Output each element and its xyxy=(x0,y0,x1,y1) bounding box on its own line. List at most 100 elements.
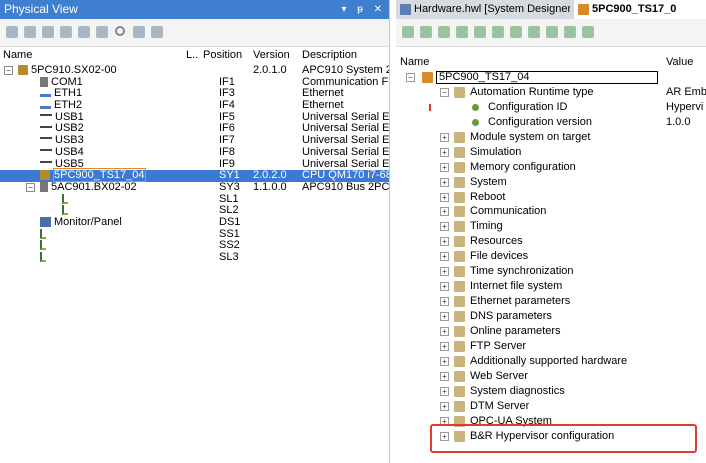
tree-row[interactable]: SL1 xyxy=(0,193,389,206)
config-row[interactable]: + System diagnostics xyxy=(396,384,706,399)
config-row[interactable]: + DTM Server xyxy=(396,399,706,414)
pane-controls[interactable]: ▾ ᵽ ✕ xyxy=(341,0,386,19)
config-row-value[interactable]: Hypervi xyxy=(666,100,706,115)
config-row[interactable]: + Module system on target xyxy=(396,130,706,145)
expand-icon[interactable]: + xyxy=(440,177,449,187)
column-l[interactable]: L.. xyxy=(186,49,198,61)
toolbar-icon[interactable] xyxy=(582,26,594,38)
toolbar-icon[interactable] xyxy=(24,26,36,38)
tree-row[interactable]: − 5AC901.BX02-02 SY3 1.1.0.0 APC910 Bus 2PC xyxy=(0,181,389,194)
toolbar-icon[interactable] xyxy=(133,26,145,38)
column-value[interactable]: Value xyxy=(666,56,693,68)
search-icon[interactable] xyxy=(115,26,125,36)
toolbar-icon[interactable] xyxy=(564,26,576,38)
expand-icon[interactable]: + xyxy=(440,371,449,381)
config-row[interactable]: + File devices xyxy=(396,249,706,264)
expand-icon[interactable]: + xyxy=(440,207,449,217)
config-row[interactable]: + Additionally supported hardware xyxy=(396,354,706,369)
toolbar-icon[interactable] xyxy=(438,26,450,38)
toolbar-icon[interactable] xyxy=(151,26,163,38)
config-icon xyxy=(454,370,465,382)
expand-icon[interactable]: + xyxy=(440,401,449,411)
toolbar-icon[interactable] xyxy=(474,26,486,38)
config-row[interactable]: Configuration version 1.0.0 xyxy=(396,115,706,130)
config-row-value[interactable]: 1.0.0 xyxy=(666,115,706,130)
expand-icon[interactable]: + xyxy=(440,356,449,366)
toolbar-icon[interactable] xyxy=(42,26,54,38)
expand-icon[interactable]: + xyxy=(440,386,449,396)
column-name[interactable]: Name xyxy=(3,49,32,61)
toolbar-icon[interactable] xyxy=(510,26,522,38)
config-row[interactable]: + Reboot xyxy=(396,190,706,205)
toolbar-icon[interactable] xyxy=(546,26,558,38)
column-name[interactable]: Name xyxy=(400,56,429,68)
expand-icon[interactable]: + xyxy=(440,222,449,232)
config-row-label: Communication xyxy=(470,205,547,218)
marker-icon xyxy=(429,103,431,111)
tree-row[interactable]: SS1 xyxy=(0,228,389,241)
toolbar-icon[interactable] xyxy=(96,26,108,38)
config-row[interactable]: − Automation Runtime type AR Emb xyxy=(396,85,706,100)
config-row[interactable]: + Simulation xyxy=(396,145,706,160)
collapse-icon[interactable]: − xyxy=(406,73,415,82)
toolbar-icon[interactable] xyxy=(528,26,540,38)
toolbar-icon[interactable] xyxy=(6,26,18,38)
tree-row[interactable]: SS2 xyxy=(0,240,389,252)
tree-row[interactable]: Monitor/Panel DS1 xyxy=(0,215,389,229)
tree-row-description: Universal Serial E xyxy=(302,158,390,170)
config-row-value[interactable]: AR Emb xyxy=(666,85,706,100)
config-row[interactable]: + Time synchronization xyxy=(396,264,706,279)
tree-row[interactable]: SL3 xyxy=(0,251,389,264)
tab-module[interactable]: 5PC900_TS17_0 xyxy=(574,0,706,19)
tree-row-name: USB3 xyxy=(55,134,84,147)
expand-icon[interactable]: + xyxy=(440,192,449,202)
expand-icon[interactable]: + xyxy=(440,252,449,262)
column-version[interactable]: Version xyxy=(253,49,290,61)
expand-icon[interactable]: + xyxy=(440,267,449,277)
configuration-tree: − 5PC900_TS17_04 − Automation Runtime typ… xyxy=(396,70,706,443)
toolbar-icon[interactable] xyxy=(456,26,468,38)
config-row[interactable]: + DNS parameters xyxy=(396,309,706,324)
column-position[interactable]: Position xyxy=(203,49,242,61)
serial-icon xyxy=(40,76,48,87)
collapse-icon[interactable]: − xyxy=(440,87,449,97)
collapse-icon[interactable]: − xyxy=(26,182,35,192)
tab-label: Hardware.hwl [System Designer] xyxy=(414,3,570,15)
expand-icon[interactable]: + xyxy=(440,297,449,307)
column-description[interactable]: Description xyxy=(302,49,357,61)
config-icon xyxy=(454,251,465,263)
expand-icon[interactable]: + xyxy=(440,162,449,172)
config-row[interactable]: + Memory configuration xyxy=(396,160,706,175)
config-row[interactable]: + Ethernet parameters xyxy=(396,294,706,309)
collapse-icon[interactable]: − xyxy=(4,66,13,75)
config-row[interactable]: + Internet file system xyxy=(396,279,706,294)
config-row[interactable]: + Communication xyxy=(396,204,706,219)
config-row[interactable]: + Web Server xyxy=(396,369,706,384)
expand-icon[interactable]: + xyxy=(440,147,449,157)
config-icon xyxy=(454,385,465,397)
physical-view-header: Name L.. Position Version Description xyxy=(0,48,389,63)
tree-row-name: ETH2 xyxy=(54,99,83,112)
tree-root[interactable]: − 5PC900_TS17_04 xyxy=(396,70,706,85)
expand-icon[interactable]: + xyxy=(440,237,449,247)
toolbar-icon[interactable] xyxy=(420,26,432,38)
expand-icon[interactable]: + xyxy=(440,312,449,321)
toolbar-icon[interactable] xyxy=(402,26,414,38)
tab-hardware[interactable]: Hardware.hwl [System Designer] xyxy=(396,0,570,19)
toolbar-icon[interactable] xyxy=(60,26,72,38)
config-row[interactable]: + Timing xyxy=(396,219,706,234)
config-row-label: Time synchronization xyxy=(470,265,574,278)
expand-icon[interactable]: + xyxy=(440,132,449,142)
toolbar-icon[interactable] xyxy=(492,26,504,38)
expand-icon[interactable]: + xyxy=(440,341,449,351)
config-row[interactable]: Configuration ID Hypervi xyxy=(396,100,706,115)
toolbar-icon[interactable] xyxy=(78,26,90,38)
expand-icon[interactable]: + xyxy=(440,282,449,292)
root-name-field[interactable]: 5PC900_TS17_04 xyxy=(436,71,658,84)
expand-icon[interactable]: + xyxy=(440,326,449,336)
tree-row-name: Monitor/Panel xyxy=(54,215,122,228)
config-row[interactable]: + System xyxy=(396,175,706,190)
config-row[interactable]: + FTP Server xyxy=(396,339,706,354)
config-row[interactable]: + Online parameters xyxy=(396,324,706,339)
config-row[interactable]: + Resources xyxy=(396,234,706,249)
